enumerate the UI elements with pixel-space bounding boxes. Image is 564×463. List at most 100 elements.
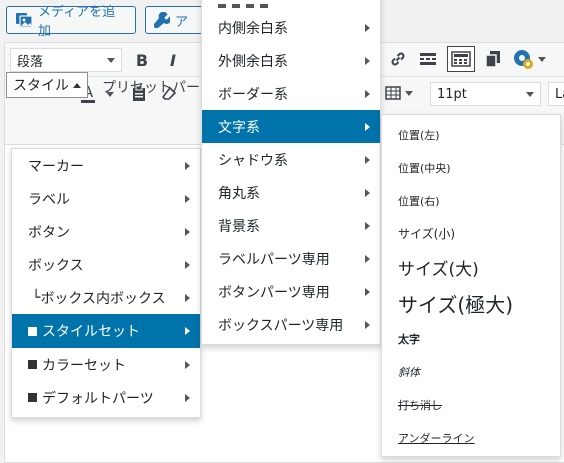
font-family-select[interactable]: La — [548, 82, 564, 106]
style-set-submenu: 内側余白系 外側余白系 ボーダー系 文字系 シャドウ系 角丸系 背景系 ラベルパ… — [201, 0, 381, 345]
menu-item-style-set[interactable]: スタイルセット — [12, 314, 200, 348]
bold-icon[interactable]: B — [132, 49, 152, 71]
read-more-icon[interactable] — [416, 48, 440, 70]
preset-parts-dropdown[interactable]: プリセットパー — [102, 77, 200, 97]
menu-item-text[interactable]: 文字系 — [202, 110, 380, 143]
chevron-down-icon — [538, 56, 546, 62]
style-dropdown-button[interactable]: スタイル — [6, 72, 88, 98]
menu-item-box-only[interactable]: ボックスパーツ専用 — [202, 308, 380, 341]
chevron-right-icon — [185, 194, 190, 203]
menu-item-label: 文字系 — [218, 119, 260, 136]
text-submenu: 位置(左) 位置(中央) 位置(右) サイズ(小) サイズ(大) サイズ(極大)… — [381, 114, 561, 457]
menu-item-label: サイズ(大) — [398, 259, 479, 280]
chevron-right-icon — [365, 155, 370, 164]
menu-item-label: 角丸系 — [218, 185, 260, 202]
menu-item-align-left[interactable]: 位置(左) — [382, 118, 560, 151]
chevron-right-icon — [365, 287, 370, 296]
square-bullet-icon — [28, 393, 37, 402]
menu-item-align-right[interactable]: 位置(右) — [382, 184, 560, 217]
menu-item-label-only[interactable]: ラベルパーツ専用 — [202, 242, 380, 275]
menu-item-border[interactable]: ボーダー系 — [202, 77, 380, 110]
wrench-icon — [154, 12, 170, 28]
add-media-label: メディアを追加 — [38, 5, 116, 39]
menu-item-label: 背景系 — [218, 218, 260, 235]
font-family-value: La — [555, 86, 564, 102]
menu-item-background[interactable]: 背景系 — [202, 209, 380, 242]
menu-item-strikethrough[interactable]: 打ち消し — [382, 388, 560, 421]
menu-item-label: デフォルトパーツ — [42, 390, 154, 407]
menu-item-label-parts[interactable]: ラベル — [12, 182, 200, 215]
chevron-right-icon — [365, 89, 370, 98]
menu-item-label: 内側余白系 — [218, 20, 288, 37]
toolbar-toggle-icon[interactable] — [447, 46, 475, 72]
menu-item-label: シャドウ系 — [218, 152, 288, 169]
chevron-down-icon — [107, 57, 115, 63]
menu-item-label: 位置(左) — [398, 128, 440, 142]
menu-item-align-center[interactable]: 位置(中央) — [382, 151, 560, 184]
menu-item-label: ラベル — [28, 191, 70, 208]
menu-item-italic[interactable]: 斜体 — [382, 355, 560, 388]
menu-item-inner-padding[interactable]: 内側余白系 — [202, 11, 380, 44]
menu-item-partial-above — [202, 0, 380, 9]
menu-item-color-set[interactable]: カラーセット — [12, 348, 200, 381]
menu-item-default-parts[interactable]: デフォルトパーツ — [12, 381, 200, 414]
font-size-select[interactable]: 11pt — [430, 82, 541, 106]
menu-item-shadow[interactable]: シャドウ系 — [202, 143, 380, 176]
chevron-right-icon — [365, 122, 370, 131]
menu-item-bold[interactable]: 太字 — [382, 322, 560, 355]
menu-item-label: ボックス内ボックス — [40, 290, 166, 307]
chevron-right-icon — [365, 23, 370, 32]
menu-item-label: アンダーライン — [398, 431, 475, 445]
format-select-value: 段落 — [17, 54, 44, 70]
menu-item-label: サイズ(小) — [398, 227, 456, 241]
menu-item-label: 位置(中央) — [398, 161, 451, 175]
chevron-down-icon — [405, 90, 413, 96]
square-bullet-icon — [28, 360, 37, 369]
style-menu: マーカー ラベル ボタン ボックス └ ボックス内ボックス スタイルセット カラ… — [11, 148, 201, 418]
menu-item-label: ラベルパーツ専用 — [218, 251, 330, 268]
chevron-right-icon — [185, 260, 190, 269]
menu-item-label: ボックスパーツ専用 — [218, 317, 344, 334]
font-size-value: 11pt — [437, 86, 467, 102]
menu-item-label: カラーセット — [42, 357, 126, 374]
copy-icon[interactable] — [482, 48, 504, 70]
chevron-right-icon — [185, 293, 190, 302]
menu-item-label: 太字 — [398, 332, 420, 346]
menu-item-label: 外側余白系 — [218, 53, 288, 70]
menu-item-size-large[interactable]: サイズ(大) — [382, 250, 560, 284]
format-select[interactable]: 段落 — [10, 48, 122, 72]
chevron-right-icon — [365, 320, 370, 329]
menu-item-button[interactable]: ボタン — [12, 215, 200, 248]
settings-gear-icon[interactable] — [512, 47, 550, 71]
chevron-up-icon — [73, 82, 81, 88]
menu-item-underline[interactable]: アンダーライン — [382, 421, 560, 454]
chevron-right-icon — [185, 161, 190, 170]
add-media-button[interactable]: メディアを追加 — [6, 5, 136, 39]
menu-item-label: マーカー — [28, 158, 84, 175]
chevron-right-icon — [365, 221, 370, 230]
chevron-right-icon — [185, 227, 190, 236]
menu-item-label: 斜体 — [398, 365, 420, 379]
menu-item-marker[interactable]: マーカー — [12, 149, 200, 182]
chevron-down-icon — [526, 91, 534, 97]
menu-item-size-xlarge[interactable]: サイズ(極大) — [382, 284, 560, 322]
chevron-right-icon — [185, 327, 190, 335]
menu-item-label: ボーダー系 — [218, 86, 288, 103]
menu-item-label: 位置(右) — [398, 194, 440, 208]
menu-item-rounded[interactable]: 角丸系 — [202, 176, 380, 209]
chevron-right-icon — [185, 360, 190, 369]
menu-item-box-in-box[interactable]: └ ボックス内ボックス — [12, 281, 200, 314]
menu-item-label: サイズ(極大) — [398, 292, 514, 317]
menu-item-button-only[interactable]: ボタンパーツ専用 — [202, 275, 380, 308]
menu-item-outer-margin[interactable]: 外側余白系 — [202, 44, 380, 77]
tool-button-label: ア — [175, 14, 189, 30]
italic-icon[interactable]: I — [163, 49, 183, 71]
chevron-right-icon — [365, 254, 370, 263]
link-icon[interactable] — [387, 48, 409, 70]
menu-item-label: ボタン — [28, 224, 70, 241]
table-icon[interactable] — [385, 83, 415, 103]
style-dropdown-label: スタイル — [13, 78, 69, 94]
menu-item-box[interactable]: ボックス — [12, 248, 200, 281]
media-icon — [15, 12, 33, 28]
menu-item-size-small[interactable]: サイズ(小) — [382, 217, 560, 250]
